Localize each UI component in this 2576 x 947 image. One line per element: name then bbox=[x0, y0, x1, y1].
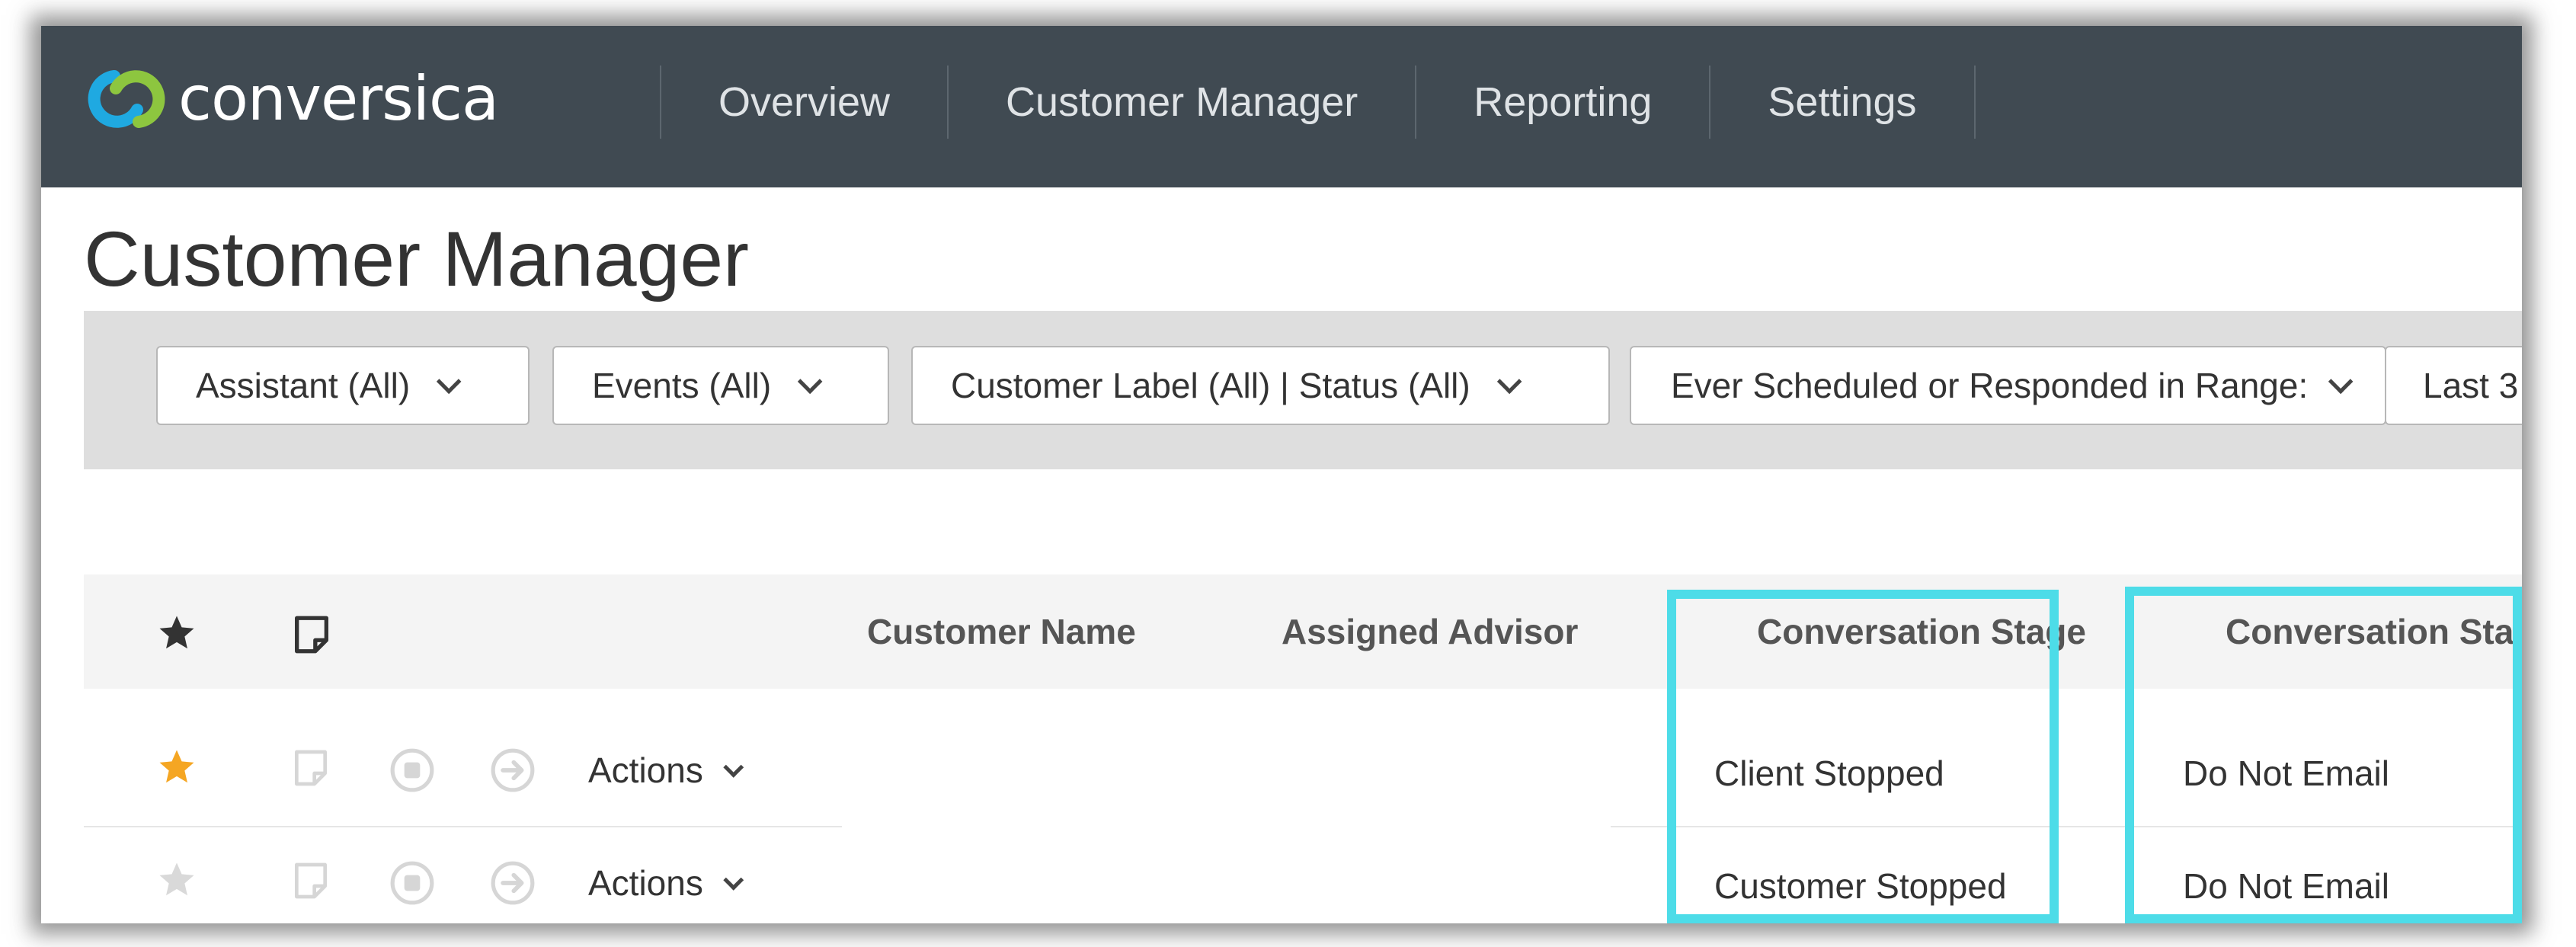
stop-icon[interactable] bbox=[389, 859, 436, 907]
row-actions-dropdown[interactable]: Actions bbox=[588, 862, 744, 904]
app-window: conversica Overview Customer Manager Rep… bbox=[41, 26, 2522, 923]
nav-divider bbox=[1973, 66, 1976, 139]
stop-icon[interactable] bbox=[389, 747, 436, 794]
nav-item-customer-manager[interactable]: Customer Manager bbox=[949, 78, 1415, 126]
row-actions-label: Actions bbox=[588, 863, 703, 903]
star-icon[interactable] bbox=[155, 859, 198, 901]
assistant-filter-dropdown[interactable]: Assistant (All) bbox=[156, 346, 530, 425]
nav-item-settings[interactable]: Settings bbox=[1710, 78, 1973, 126]
column-header-assigned-advisor[interactable]: Assigned Advisor bbox=[1282, 611, 1578, 652]
ever-scheduled-filter-label: Ever Scheduled or Responded in Range: bbox=[1671, 366, 2309, 405]
star-icon[interactable] bbox=[155, 613, 198, 654]
conversation-stage-highlight bbox=[1667, 590, 2059, 923]
chevron-down-icon bbox=[723, 869, 744, 891]
logo-text: conversica bbox=[178, 63, 499, 134]
note-icon[interactable] bbox=[290, 859, 332, 902]
column-header-customer-name[interactable]: Customer Name bbox=[867, 611, 1136, 652]
date-range-label: Last 3 bbox=[2423, 366, 2519, 405]
ever-scheduled-filter-dropdown[interactable]: Ever Scheduled or Responded in Range: bbox=[1630, 346, 2386, 425]
nav-item-overview[interactable]: Overview bbox=[661, 78, 947, 126]
forward-icon[interactable] bbox=[489, 747, 536, 794]
forward-icon[interactable] bbox=[489, 859, 536, 907]
assistant-filter-label: Assistant (All) bbox=[196, 366, 411, 405]
top-navigation-bar: conversica Overview Customer Manager Rep… bbox=[41, 26, 2522, 187]
main-nav: Overview Customer Manager Reporting Sett… bbox=[660, 53, 1976, 151]
customer-label-status-filter-label: Customer Label (All) | Status (All) bbox=[951, 366, 1470, 405]
chevron-down-icon bbox=[798, 369, 823, 394]
events-filter-dropdown[interactable]: Events (All) bbox=[552, 346, 889, 425]
note-icon[interactable] bbox=[290, 613, 334, 657]
events-filter-label: Events (All) bbox=[592, 366, 772, 405]
note-icon[interactable] bbox=[290, 747, 332, 789]
date-range-dropdown[interactable]: Last 3 bbox=[2385, 346, 2522, 425]
conversation-status-highlight bbox=[2125, 587, 2522, 923]
customer-label-status-filter-dropdown[interactable]: Customer Label (All) | Status (All) bbox=[911, 346, 1610, 425]
nav-item-reporting[interactable]: Reporting bbox=[1416, 78, 1709, 126]
logo[interactable]: conversica bbox=[84, 53, 499, 145]
filter-bar: Assistant (All) Events (All) Customer La… bbox=[84, 311, 2522, 469]
row-divider bbox=[84, 826, 842, 827]
row-actions-dropdown[interactable]: Actions bbox=[588, 750, 744, 791]
chevron-down-icon bbox=[1496, 369, 1522, 394]
conversica-logo-icon bbox=[88, 70, 165, 128]
chevron-down-icon bbox=[723, 757, 744, 778]
star-icon[interactable] bbox=[155, 747, 198, 788]
chevron-down-icon bbox=[2328, 369, 2354, 394]
chevron-down-icon bbox=[437, 369, 462, 394]
row-actions-label: Actions bbox=[588, 750, 703, 790]
page-title: Customer Manager bbox=[84, 216, 750, 302]
